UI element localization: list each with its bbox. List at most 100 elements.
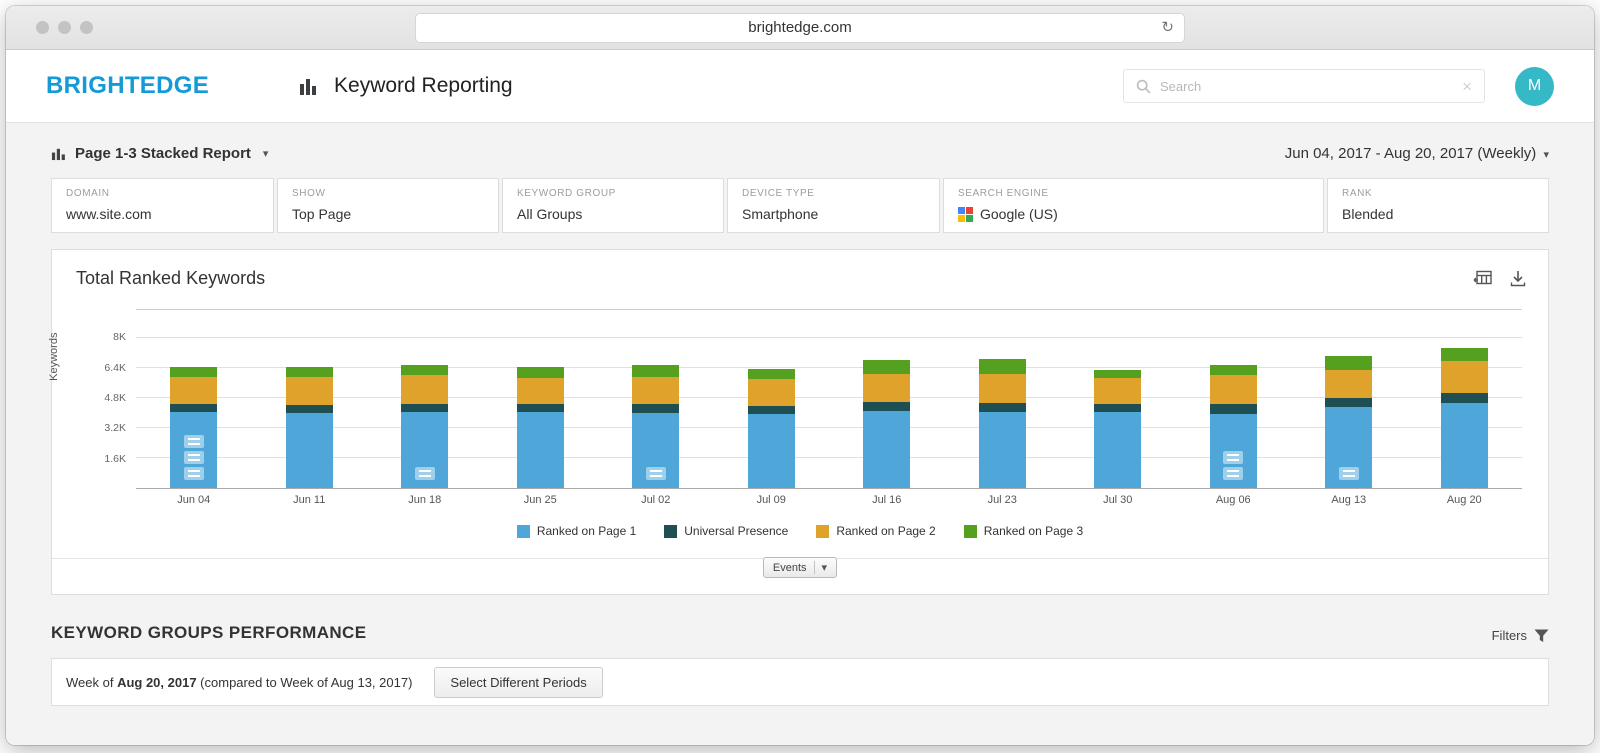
- bar-segment: [1210, 365, 1257, 375]
- stacked-bar-jun-11[interactable]: [286, 367, 333, 488]
- bar-slot: [945, 310, 1061, 488]
- bar-segment: [517, 412, 564, 488]
- page-title-group: Keyword Reporting: [297, 74, 513, 98]
- chart-plot: [136, 309, 1522, 489]
- stacked-bar-jun-25[interactable]: [517, 367, 564, 488]
- stacked-bar-jul-23[interactable]: [979, 359, 1026, 488]
- filter-value-text: Google (US): [980, 206, 1058, 222]
- annotation-note-icon[interactable]: [1223, 451, 1243, 464]
- annotation-note-icon[interactable]: [184, 467, 204, 480]
- clear-search-icon[interactable]: ×: [1462, 78, 1472, 95]
- export-table-icon[interactable]: [1473, 270, 1492, 287]
- bar-segment: [979, 403, 1026, 412]
- bar-segment: [286, 377, 333, 404]
- annotation-note-icon[interactable]: [1339, 467, 1359, 480]
- google-icon: [958, 207, 973, 222]
- avatar[interactable]: M: [1515, 67, 1554, 106]
- y-tick-label: 4.8K: [104, 392, 126, 404]
- bar-segment: [286, 413, 333, 488]
- stacked-bar-aug-13[interactable]: [1325, 356, 1372, 488]
- report-selector[interactable]: Page 1-3 Stacked Report ▾: [51, 145, 268, 162]
- stacked-bar-jun-04[interactable]: [170, 367, 217, 488]
- filter-device-type[interactable]: DEVICE TYPE Smartphone: [727, 178, 940, 233]
- chevron-down-icon: ▾: [1543, 149, 1549, 161]
- stacked-bar-aug-20[interactable]: [1441, 348, 1488, 488]
- minimize-window-button[interactable]: [58, 21, 71, 34]
- filter-value: Blended: [1342, 206, 1534, 222]
- chevron-down-icon: ▾: [814, 561, 828, 574]
- stacked-bar-jul-30[interactable]: [1094, 370, 1141, 488]
- legend-item[interactable]: Ranked on Page 3: [964, 524, 1083, 538]
- chevron-down-icon: ▾: [263, 147, 269, 160]
- bar-segment: [748, 406, 795, 415]
- bar-slot: [1176, 310, 1292, 488]
- stacked-bar-jun-18[interactable]: [401, 365, 448, 488]
- stacked-bar-jul-02[interactable]: [632, 365, 679, 488]
- chart-xlabels: Jun 04Jun 11Jun 18Jun 25Jul 02Jul 09Jul …: [136, 494, 1522, 506]
- week-prefix: Week of: [66, 675, 117, 690]
- filter-domain[interactable]: DOMAIN www.site.com: [51, 178, 274, 233]
- bar-slot: [829, 310, 945, 488]
- bar-slot: [367, 310, 483, 488]
- filter-show[interactable]: SHOW Top Page: [277, 178, 499, 233]
- bar-segment: [1441, 348, 1488, 361]
- stacked-bar-jul-09[interactable]: [748, 369, 795, 488]
- legend-label: Ranked on Page 2: [836, 524, 935, 538]
- x-tick-label: Jul 02: [598, 494, 714, 506]
- bar-segment: [401, 404, 448, 413]
- bar-segment: [517, 378, 564, 405]
- report-title-label: Page 1-3 Stacked Report: [75, 145, 251, 162]
- browser-chrome: brightedge.com ↻: [6, 6, 1594, 50]
- stacked-bar-jul-16[interactable]: [863, 360, 910, 488]
- events-button[interactable]: Events ▾: [763, 557, 837, 578]
- annotation-note-icon[interactable]: [415, 467, 435, 480]
- filter-keyword-group[interactable]: KEYWORD GROUP All Groups: [502, 178, 724, 233]
- maximize-window-button[interactable]: [80, 21, 93, 34]
- events-button-label: Events: [773, 562, 807, 574]
- legend-item[interactable]: Universal Presence: [664, 524, 788, 538]
- x-tick-label: Jul 16: [829, 494, 945, 506]
- y-tick-label: 1.6K: [104, 453, 126, 465]
- annotation-note-icon[interactable]: [184, 435, 204, 448]
- filters-button[interactable]: Filters: [1492, 628, 1549, 643]
- filter-label: DOMAIN: [66, 188, 259, 199]
- annotation-note-icon[interactable]: [184, 451, 204, 464]
- y-tick-label: 8K: [113, 331, 126, 343]
- period-comparison-card: Week of Aug 20, 2017 (compared to Week o…: [51, 658, 1549, 706]
- search-input[interactable]: [1160, 79, 1453, 94]
- section-title: KEYWORD GROUPS PERFORMANCE: [51, 623, 366, 643]
- legend-item[interactable]: Ranked on Page 2: [816, 524, 935, 538]
- filter-value: All Groups: [517, 206, 709, 222]
- y-axis: Keywords 1.6K3.2K4.8K6.4K8K: [52, 309, 136, 489]
- legend-item[interactable]: Ranked on Page 1: [517, 524, 636, 538]
- legend-swatch: [964, 525, 977, 538]
- bar-slot: [1407, 310, 1523, 488]
- bar-slot: [1291, 310, 1407, 488]
- date-range-label: Jun 04, 2017 - Aug 20, 2017 (Weekly): [1285, 145, 1537, 162]
- bar-segment: [401, 365, 448, 375]
- refresh-icon[interactable]: ↻: [1161, 18, 1174, 36]
- stacked-bar-aug-06[interactable]: [1210, 365, 1257, 488]
- x-tick-label: Aug 20: [1407, 494, 1523, 506]
- annotation-note-icon[interactable]: [646, 467, 666, 480]
- download-icon[interactable]: [1510, 270, 1526, 287]
- annotation-note-icon[interactable]: [1223, 467, 1243, 480]
- filter-rank[interactable]: RANK Blended: [1327, 178, 1549, 233]
- bar-segment: [632, 365, 679, 376]
- bar-segment: [517, 367, 564, 378]
- bar-segment: [1210, 375, 1257, 403]
- bar-segment: [1210, 404, 1257, 414]
- bar-segment: [1441, 403, 1488, 488]
- filter-search-engine[interactable]: SEARCH ENGINE Google (US): [943, 178, 1324, 233]
- filter-value: Smartphone: [742, 206, 925, 222]
- bar-segment: [632, 404, 679, 413]
- close-window-button[interactable]: [36, 21, 49, 34]
- select-different-periods-button[interactable]: Select Different Periods: [434, 667, 602, 698]
- date-range-selector[interactable]: Jun 04, 2017 - Aug 20, 2017 (Weekly) ▾: [1285, 145, 1549, 162]
- brightedge-logo[interactable]: BRIGHTEDGE: [46, 72, 209, 100]
- bar-segment: [863, 360, 910, 374]
- x-tick-label: Jul 23: [945, 494, 1061, 506]
- bar-segment: [979, 359, 1026, 374]
- keyword-groups-section-header: KEYWORD GROUPS PERFORMANCE Filters: [51, 623, 1549, 643]
- address-bar[interactable]: brightedge.com ↻: [415, 13, 1185, 43]
